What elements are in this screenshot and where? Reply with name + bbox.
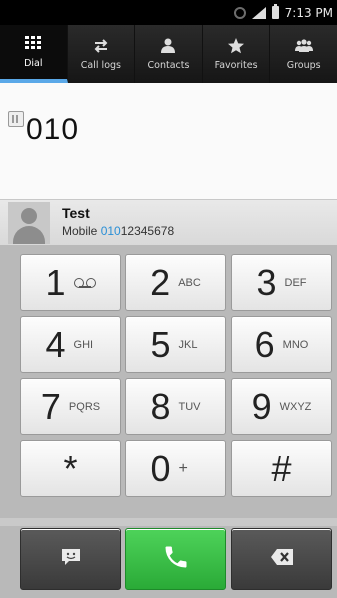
- contact-name: Test: [62, 205, 90, 221]
- groups-icon: [294, 37, 314, 55]
- tab-call-logs[interactable]: Call logs: [68, 25, 136, 83]
- backspace-button[interactable]: [231, 528, 332, 590]
- contact-suggestion[interactable]: Test Mobile 01012345678: [0, 199, 337, 245]
- number-type-label: Mobile: [62, 224, 98, 238]
- battery-icon: [271, 4, 279, 19]
- nfc-icon: [233, 6, 246, 19]
- tab-label: Contacts: [147, 60, 190, 71]
- tab-favorites[interactable]: Favorites: [203, 25, 271, 83]
- key-star[interactable]: *: [20, 440, 121, 497]
- key-hash[interactable]: #: [231, 440, 332, 497]
- number-display[interactable]: 010: [0, 83, 337, 199]
- dialed-number: 010: [26, 113, 80, 146]
- key-digit: *: [63, 447, 78, 489]
- tab-dial[interactable]: Dial: [0, 25, 68, 83]
- backspace-icon: [270, 548, 294, 570]
- tab-groups[interactable]: Groups: [270, 25, 337, 83]
- call-button[interactable]: [125, 528, 226, 590]
- tab-bar: Dial Call logs Contacts Favorites Groups: [0, 25, 337, 83]
- key-letters: ABC: [178, 276, 201, 289]
- key-1[interactable]: 1: [20, 254, 121, 311]
- key-digit: 0: [150, 447, 171, 489]
- key-digit: 9: [251, 385, 272, 427]
- divider: [0, 518, 337, 526]
- tab-label: Dial: [24, 58, 43, 69]
- key-letters: PQRS: [68, 400, 101, 413]
- tab-contacts[interactable]: Contacts: [135, 25, 203, 83]
- number-match-highlight: 010: [100, 224, 121, 238]
- key-letters: GHI: [73, 338, 94, 351]
- message-icon: [60, 547, 82, 571]
- phone-icon: [162, 543, 190, 575]
- key-7[interactable]: 7 PQRS: [20, 378, 121, 435]
- key-9[interactable]: 9 WXYZ: [231, 378, 332, 435]
- voicemail-icon: [73, 277, 96, 288]
- key-digit: 3: [256, 261, 277, 303]
- key-digit: 6: [254, 323, 275, 365]
- star-icon: [226, 37, 246, 55]
- call-logs-icon: [91, 37, 111, 55]
- tab-label: Call logs: [80, 60, 121, 71]
- key-2[interactable]: 2 ABC: [125, 254, 226, 311]
- key-digit: #: [271, 447, 292, 489]
- contacts-icon: [158, 37, 178, 55]
- key-6[interactable]: 6 MNO: [231, 316, 332, 373]
- avatar: [8, 202, 50, 244]
- key-digit: 5: [150, 323, 171, 365]
- status-bar: 7:13 PM: [0, 0, 337, 25]
- key-4[interactable]: 4 GHI: [20, 316, 121, 373]
- message-button[interactable]: [20, 528, 121, 590]
- key-digit: 4: [45, 323, 66, 365]
- key-letters: JKL: [178, 338, 198, 351]
- status-time: 7:13 PM: [284, 5, 333, 20]
- dialpad-icon: [23, 35, 43, 53]
- key-letters: DEF: [284, 276, 307, 289]
- key-digit: 1: [45, 261, 66, 303]
- contact-number: Mobile 01012345678: [62, 224, 174, 238]
- dialpad: 1 2 ABC 3 DEF 4 GHI 5 JKL 6 MNO 7 PQRS 8…: [0, 250, 337, 598]
- signal-icon: [251, 6, 266, 19]
- key-digit: 7: [40, 385, 61, 427]
- key-letters: TUV: [178, 400, 201, 413]
- key-digit: 2: [150, 261, 171, 303]
- number-rest: 12345678: [120, 224, 175, 238]
- key-letters: MNO: [282, 338, 309, 351]
- key-3[interactable]: 3 DEF: [231, 254, 332, 311]
- speed-dial-icon[interactable]: [8, 111, 24, 127]
- key-0[interactable]: 0 +: [125, 440, 226, 497]
- key-5[interactable]: 5 JKL: [125, 316, 226, 373]
- tab-label: Groups: [286, 60, 321, 71]
- tab-label: Favorites: [214, 60, 258, 71]
- key-letters: +: [178, 459, 188, 477]
- key-digit: 8: [150, 385, 171, 427]
- key-letters: WXYZ: [279, 400, 312, 413]
- key-8[interactable]: 8 TUV: [125, 378, 226, 435]
